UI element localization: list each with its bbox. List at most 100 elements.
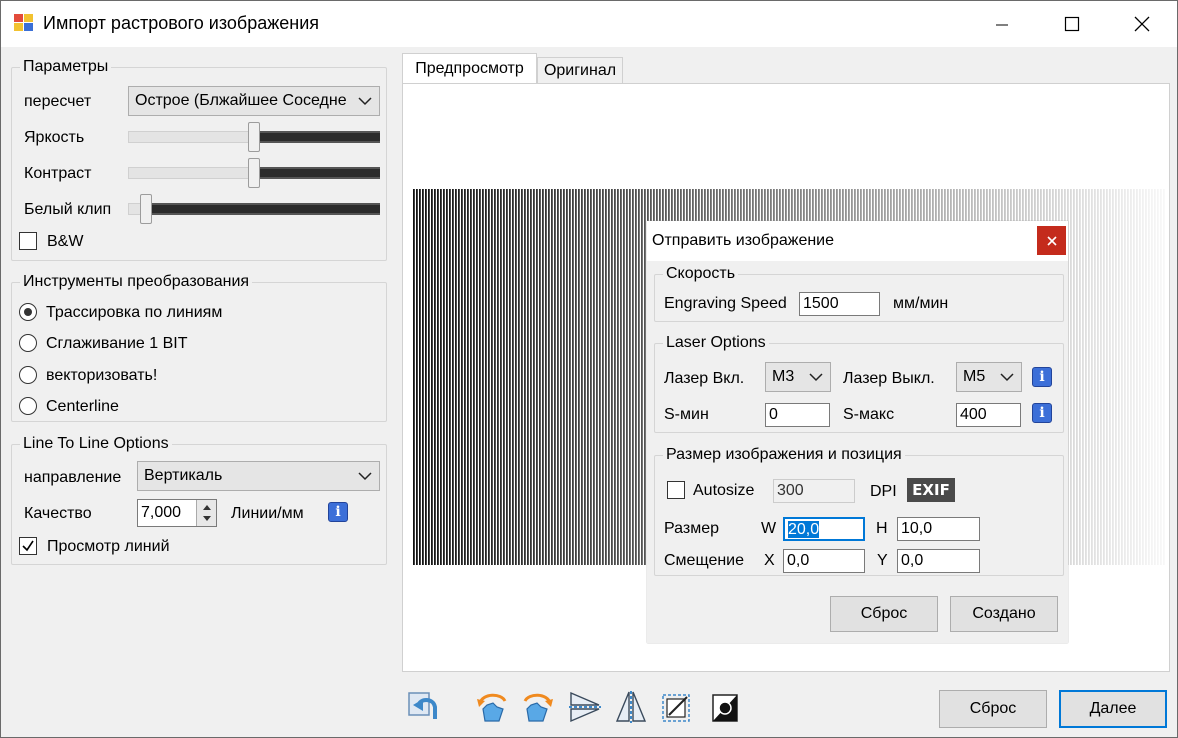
flip-horizontal-icon[interactable] bbox=[567, 689, 603, 725]
slider-track bbox=[254, 167, 380, 179]
whiteclip-slider[interactable] bbox=[128, 193, 380, 225]
direction-combo[interactable]: Вертикаль bbox=[137, 461, 380, 491]
direction-value: Вертикаль bbox=[144, 467, 223, 484]
params-group-title: Параметры bbox=[20, 58, 112, 76]
offset-label: Смещение bbox=[664, 552, 745, 569]
close-button[interactable] bbox=[1107, 1, 1177, 47]
slider-thumb[interactable] bbox=[248, 158, 260, 188]
dpi-label: DPI bbox=[870, 483, 897, 500]
offset-y-input[interactable]: 0,0 bbox=[897, 549, 980, 573]
speed-input[interactable]: 1500 bbox=[799, 292, 880, 316]
width-value: 20,0 bbox=[788, 521, 820, 538]
width-input[interactable]: 20,0 bbox=[783, 517, 865, 541]
dialog-title: Отправить изображение bbox=[652, 232, 835, 249]
tool-option-label: Трассировка по линиям bbox=[46, 304, 223, 321]
h-label: H bbox=[876, 520, 888, 537]
smin-value: 0 bbox=[769, 406, 778, 423]
autosize-checkbox[interactable] bbox=[667, 481, 685, 499]
size-group-title: Размер изображения и позиция bbox=[663, 446, 905, 464]
slider-thumb[interactable] bbox=[248, 122, 260, 152]
dialog-create-button[interactable]: Создано bbox=[950, 596, 1058, 632]
dialog-close-button[interactable] bbox=[1037, 226, 1066, 255]
laser-off-value: M5 bbox=[963, 368, 986, 385]
slider-track-filled bbox=[128, 131, 254, 143]
tool-option-label: векторизовать! bbox=[46, 367, 158, 384]
checkmark-icon bbox=[22, 540, 34, 552]
next-button[interactable]: Далее bbox=[1059, 690, 1167, 728]
resample-label: пересчет bbox=[24, 93, 92, 110]
quality-unit: Линии/мм bbox=[231, 505, 304, 522]
x-label: X bbox=[764, 552, 775, 569]
contrast-label: Контраст bbox=[24, 165, 92, 182]
speed-label: Engraving Speed bbox=[664, 295, 787, 312]
laser-info-icon[interactable]: i bbox=[1032, 367, 1052, 387]
bw-checkbox[interactable] bbox=[19, 232, 37, 250]
tab-original[interactable]: Оригинал bbox=[537, 57, 623, 84]
offset-x-value: 0,0 bbox=[787, 552, 810, 569]
slider-track bbox=[146, 203, 380, 215]
app-icon bbox=[14, 14, 33, 31]
tab-preview[interactable]: Предпросмотр bbox=[402, 53, 537, 84]
spin-arrows-icon bbox=[203, 505, 211, 521]
dpi-input: 300 bbox=[773, 479, 855, 503]
radio-tool-2[interactable] bbox=[19, 366, 37, 384]
w-label: W bbox=[761, 520, 777, 537]
offset-x-input[interactable]: 0,0 bbox=[783, 549, 865, 573]
close-icon bbox=[1046, 235, 1057, 246]
laser-on-combo[interactable]: M3 bbox=[765, 362, 831, 392]
maximize-icon bbox=[1064, 16, 1080, 32]
flip-vertical-icon[interactable] bbox=[613, 689, 649, 725]
dpi-value: 300 bbox=[777, 482, 804, 499]
contrast-slider[interactable] bbox=[128, 157, 380, 189]
tool-option-label: Centerline bbox=[46, 398, 119, 415]
smax-input[interactable]: 400 bbox=[956, 403, 1021, 427]
resample-value: Острое (Блжайшее Соседнее) bbox=[135, 92, 347, 109]
dialog-title-bar: Отправить изображение bbox=[647, 221, 1068, 261]
tool-option-label: Сглаживание 1 BIT bbox=[46, 335, 188, 352]
s-info-icon[interactable]: i bbox=[1032, 403, 1052, 423]
exif-button[interactable]: EXIF bbox=[907, 478, 955, 502]
exif-label: EXIF bbox=[912, 481, 950, 499]
smax-value: 400 bbox=[960, 406, 987, 423]
crop-icon[interactable] bbox=[659, 689, 695, 725]
rotate-cw-icon[interactable] bbox=[519, 689, 555, 725]
rotate-ccw-icon[interactable] bbox=[475, 689, 511, 725]
autosize-label: Autosize bbox=[693, 482, 755, 499]
minimize-icon bbox=[996, 24, 1008, 26]
slider-track-filled bbox=[128, 167, 254, 179]
whiteclip-label: Белый клип bbox=[24, 201, 112, 218]
brightness-label: Яркость bbox=[24, 129, 85, 146]
import-raster-window: Импорт растрового изображения Параметры … bbox=[0, 0, 1178, 738]
laser-off-combo[interactable]: M5 bbox=[956, 362, 1022, 392]
preview-lines-checkbox[interactable] bbox=[19, 537, 37, 555]
dialog-reset-label: Сброс bbox=[860, 605, 908, 622]
radio-tool-0[interactable] bbox=[19, 303, 37, 321]
quality-spinner[interactable] bbox=[196, 500, 216, 526]
speed-value: 1500 bbox=[803, 295, 839, 312]
title-bar: Импорт растрового изображения bbox=[1, 1, 1177, 47]
maximize-button[interactable] bbox=[1037, 1, 1107, 47]
minimize-button[interactable] bbox=[967, 1, 1037, 47]
chevron-down-icon bbox=[358, 472, 372, 481]
radio-tool-3[interactable] bbox=[19, 397, 37, 415]
slider-thumb[interactable] bbox=[140, 194, 152, 224]
preview-lines-label: Просмотр линий bbox=[47, 538, 170, 555]
invert-icon[interactable] bbox=[707, 689, 743, 725]
y-label: Y bbox=[877, 552, 888, 569]
tools-group-title: Инструменты преобразования bbox=[20, 273, 253, 291]
quality-label: Качество bbox=[24, 505, 92, 522]
quality-info-icon[interactable]: i bbox=[328, 502, 348, 522]
height-input[interactable]: 10,0 bbox=[897, 517, 980, 541]
size-label: Размер bbox=[664, 520, 719, 537]
dialog-reset-button[interactable]: Сброс bbox=[830, 596, 938, 632]
close-icon bbox=[1134, 16, 1150, 32]
chevron-down-icon bbox=[358, 97, 372, 106]
radio-tool-1[interactable] bbox=[19, 334, 37, 352]
brightness-slider[interactable] bbox=[128, 121, 380, 153]
smin-input[interactable]: 0 bbox=[765, 403, 830, 427]
reset-image-icon[interactable] bbox=[405, 689, 441, 725]
resample-combo[interactable]: Острое (Блжайшее Соседнее) bbox=[128, 86, 380, 116]
direction-label: направление bbox=[24, 469, 122, 486]
ltl-group-title: Line To Line Options bbox=[20, 435, 172, 453]
reset-button[interactable]: Сброс bbox=[939, 690, 1047, 728]
